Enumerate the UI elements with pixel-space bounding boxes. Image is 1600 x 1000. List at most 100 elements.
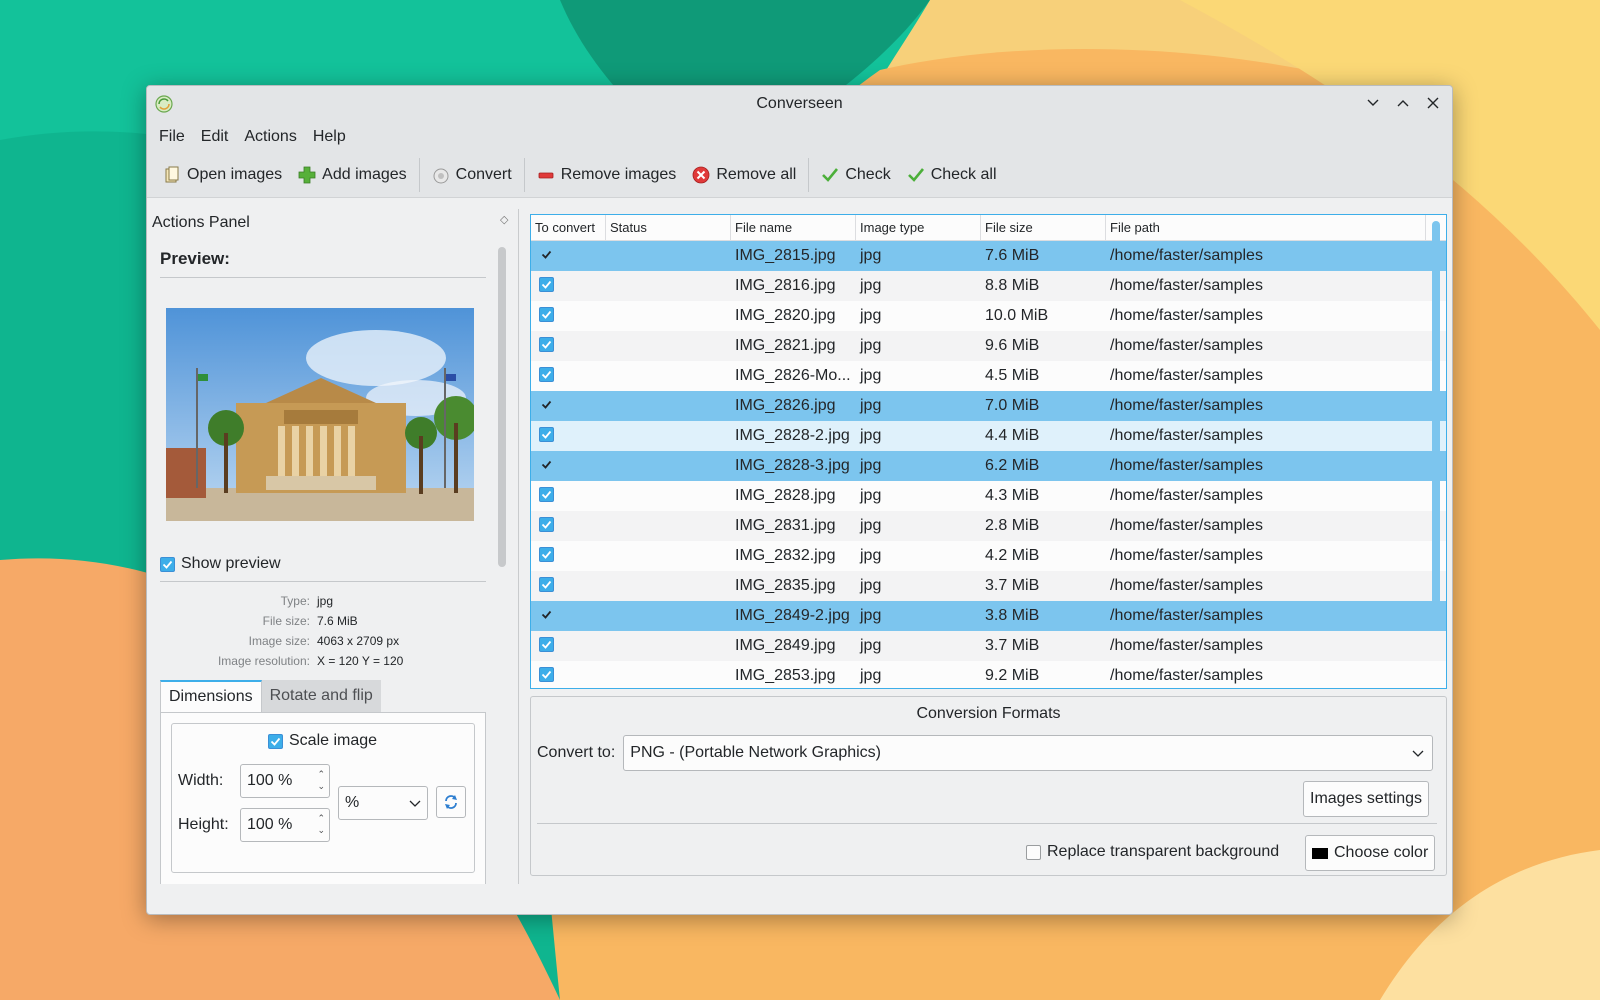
to-convert-cell <box>531 457 606 475</box>
file-name-cell: IMG_2828-3.jpg <box>735 457 850 474</box>
close-button[interactable] <box>1420 90 1446 116</box>
conversion-formats-group: Conversion Formats Convert to: PNG - (Po… <box>530 696 1447 876</box>
height-value: 100 % <box>247 816 293 833</box>
remove-images-button[interactable]: Remove images <box>529 158 685 192</box>
file-size-label: File size: <box>262 614 310 628</box>
row-checkbox[interactable] <box>539 427 554 442</box>
panel-scrollbar[interactable] <box>498 247 506 567</box>
minimize-button[interactable] <box>1360 90 1386 116</box>
tab-dimensions[interactable]: Dimensions <box>160 680 262 712</box>
image-type-cell: jpg <box>860 427 882 444</box>
row-checkbox[interactable] <box>539 607 554 622</box>
image-size-value: 4063 x 2709 px <box>317 634 400 648</box>
file-size-cell: 3.7 MiB <box>985 637 1040 654</box>
column-file-size[interactable]: File size <box>981 215 1106 240</box>
height-spinbox[interactable]: 100 % ⌃ ⌄ <box>240 808 330 842</box>
table-row[interactable]: IMG_2826.jpg jpg 7.0 MiB/home/faster/sampl… <box>531 391 1446 421</box>
add-images-button[interactable]: Add images <box>290 158 415 192</box>
table-row[interactable]: IMG_2821.jpg jpg 9.6 MiB/home/faster/sampl… <box>531 331 1446 361</box>
aspect-ratio-link-button[interactable] <box>436 786 466 818</box>
menu-file[interactable]: File <box>151 128 193 146</box>
checkmark-icon <box>541 490 552 499</box>
file-size-cell: 4.4 MiB <box>985 427 1040 444</box>
table-row[interactable]: IMG_2816.jpg jpg 8.8 MiB/home/faster/sampl… <box>531 271 1446 301</box>
unit-select[interactable]: % <box>338 786 428 820</box>
choose-color-button[interactable]: Choose color <box>1305 835 1436 871</box>
row-checkbox[interactable] <box>539 247 554 262</box>
open-images-label: Open images <box>187 165 283 183</box>
table-row[interactable]: IMG_2820.jpg jpg 10.0 MiB/home/faster/samp… <box>531 301 1446 331</box>
replace-background-checkbox[interactable] <box>1026 844 1041 860</box>
row-checkbox[interactable] <box>539 667 554 682</box>
table-row[interactable]: IMG_2815.jpg jpg 7.6 MiB/home/faster/sampl… <box>531 241 1446 271</box>
row-checkbox[interactable] <box>539 517 554 532</box>
actions-panel-title: Actions Panel <box>152 214 250 231</box>
file-name-cell: IMG_2820.jpg <box>735 307 836 324</box>
row-checkbox[interactable] <box>539 277 554 292</box>
float-panel-icon[interactable]: ◇ <box>500 215 510 226</box>
column-image-type[interactable]: Image type <box>856 215 981 240</box>
column-file-path[interactable]: File path <box>1106 215 1426 240</box>
image-type-cell: jpg <box>860 277 882 294</box>
row-checkbox[interactable] <box>539 547 554 562</box>
table-row[interactable]: IMG_2832.jpg jpg 4.2 MiB/home/faster/sampl… <box>531 541 1446 571</box>
table-scrollbar[interactable] <box>1432 221 1440 621</box>
show-preview-checkbox[interactable] <box>160 556 175 572</box>
table-row[interactable]: IMG_2828.jpg jpg 4.3 MiB/home/faster/sampl… <box>531 481 1446 511</box>
chevron-down-icon <box>409 800 421 807</box>
to-convert-cell <box>531 607 606 625</box>
check-all-label: Check all <box>930 165 997 183</box>
image-type-cell: jpg <box>860 487 882 504</box>
table-row[interactable]: IMG_2831.jpg jpg 2.8 MiB/home/faster/sampl… <box>531 511 1446 541</box>
preview-heading: Preview: <box>160 239 486 278</box>
add-images-label: Add images <box>322 165 407 183</box>
convert-label: Convert <box>455 165 512 183</box>
checkmark-icon <box>541 250 552 259</box>
column-to-convert[interactable]: To convert <box>531 215 606 240</box>
row-checkbox[interactable] <box>539 637 554 652</box>
chevron-down-icon <box>1412 750 1424 757</box>
image-list-table[interactable]: To convert Status File name Image type F… <box>530 214 1447 689</box>
open-images-button[interactable]: Open images <box>155 158 290 192</box>
row-checkbox[interactable] <box>539 367 554 382</box>
check-button[interactable]: Check <box>813 158 898 192</box>
file-size-value: 7.6 MiB <box>317 614 358 628</box>
table-row[interactable]: IMG_2835.jpg jpg 3.7 MiB/home/faster/sampl… <box>531 571 1446 601</box>
column-status[interactable]: Status <box>606 215 731 240</box>
scale-image-checkbox[interactable] <box>268 733 283 749</box>
row-checkbox[interactable] <box>539 307 554 322</box>
convert-button[interactable]: Convert <box>424 158 520 192</box>
table-row[interactable]: IMG_2849.jpg jpg 3.7 MiB/home/faster/sampl… <box>531 631 1446 661</box>
remove-all-button[interactable]: Remove all <box>684 158 804 192</box>
column-file-name[interactable]: File name <box>731 215 856 240</box>
row-checkbox[interactable] <box>539 577 554 592</box>
format-select[interactable]: PNG - (Portable Network Graphics) <box>623 735 1434 771</box>
image-type-cell: jpg <box>860 547 882 564</box>
file-size-cell: 7.0 MiB <box>985 397 1040 414</box>
row-checkbox[interactable] <box>539 397 554 412</box>
menu-edit[interactable]: Edit <box>193 128 237 146</box>
width-spinbox[interactable]: 100 % ⌃ ⌄ <box>240 764 330 798</box>
spin-arrows-icon[interactable]: ⌃ ⌄ <box>317 768 325 792</box>
menu-actions[interactable]: Actions <box>236 128 304 146</box>
row-checkbox[interactable] <box>539 337 554 352</box>
table-row[interactable]: IMG_2849-2.jpg jpg 3.8 MiB/home/faster/sam… <box>531 601 1446 631</box>
maximize-button[interactable] <box>1390 90 1416 116</box>
type-value: jpg <box>317 594 334 608</box>
tab-rotate-and-flip[interactable]: Rotate and flip <box>261 680 381 712</box>
row-checkbox[interactable] <box>539 457 554 472</box>
to-convert-cell <box>531 547 606 565</box>
image-type-cell: jpg <box>860 397 882 414</box>
table-row[interactable]: IMG_2828-3.jpg jpg 6.2 MiB/home/faster/sam… <box>531 451 1446 481</box>
check-all-button[interactable]: Check all <box>899 158 1005 192</box>
spin-arrows-icon[interactable]: ⌃ ⌄ <box>317 812 325 836</box>
menu-help[interactable]: Help <box>305 128 354 146</box>
row-checkbox[interactable] <box>539 487 554 502</box>
table-row[interactable]: IMG_2826-Mo... jpg 4.5 MiB/home/faster/sam… <box>531 361 1446 391</box>
checkmark-icon <box>270 737 281 746</box>
table-row[interactable]: IMG_2853.jpg jpg 9.2 MiB/home/faster/sampl… <box>531 661 1446 688</box>
images-settings-button[interactable]: Images settings <box>1303 781 1430 817</box>
table-row[interactable]: IMG_2828-2.jpg jpg 4.4 MiB/home/faster/sam… <box>531 421 1446 451</box>
conversion-formats-title: Conversion Formats <box>916 705 1061 722</box>
file-size-cell: 3.8 MiB <box>985 607 1040 624</box>
